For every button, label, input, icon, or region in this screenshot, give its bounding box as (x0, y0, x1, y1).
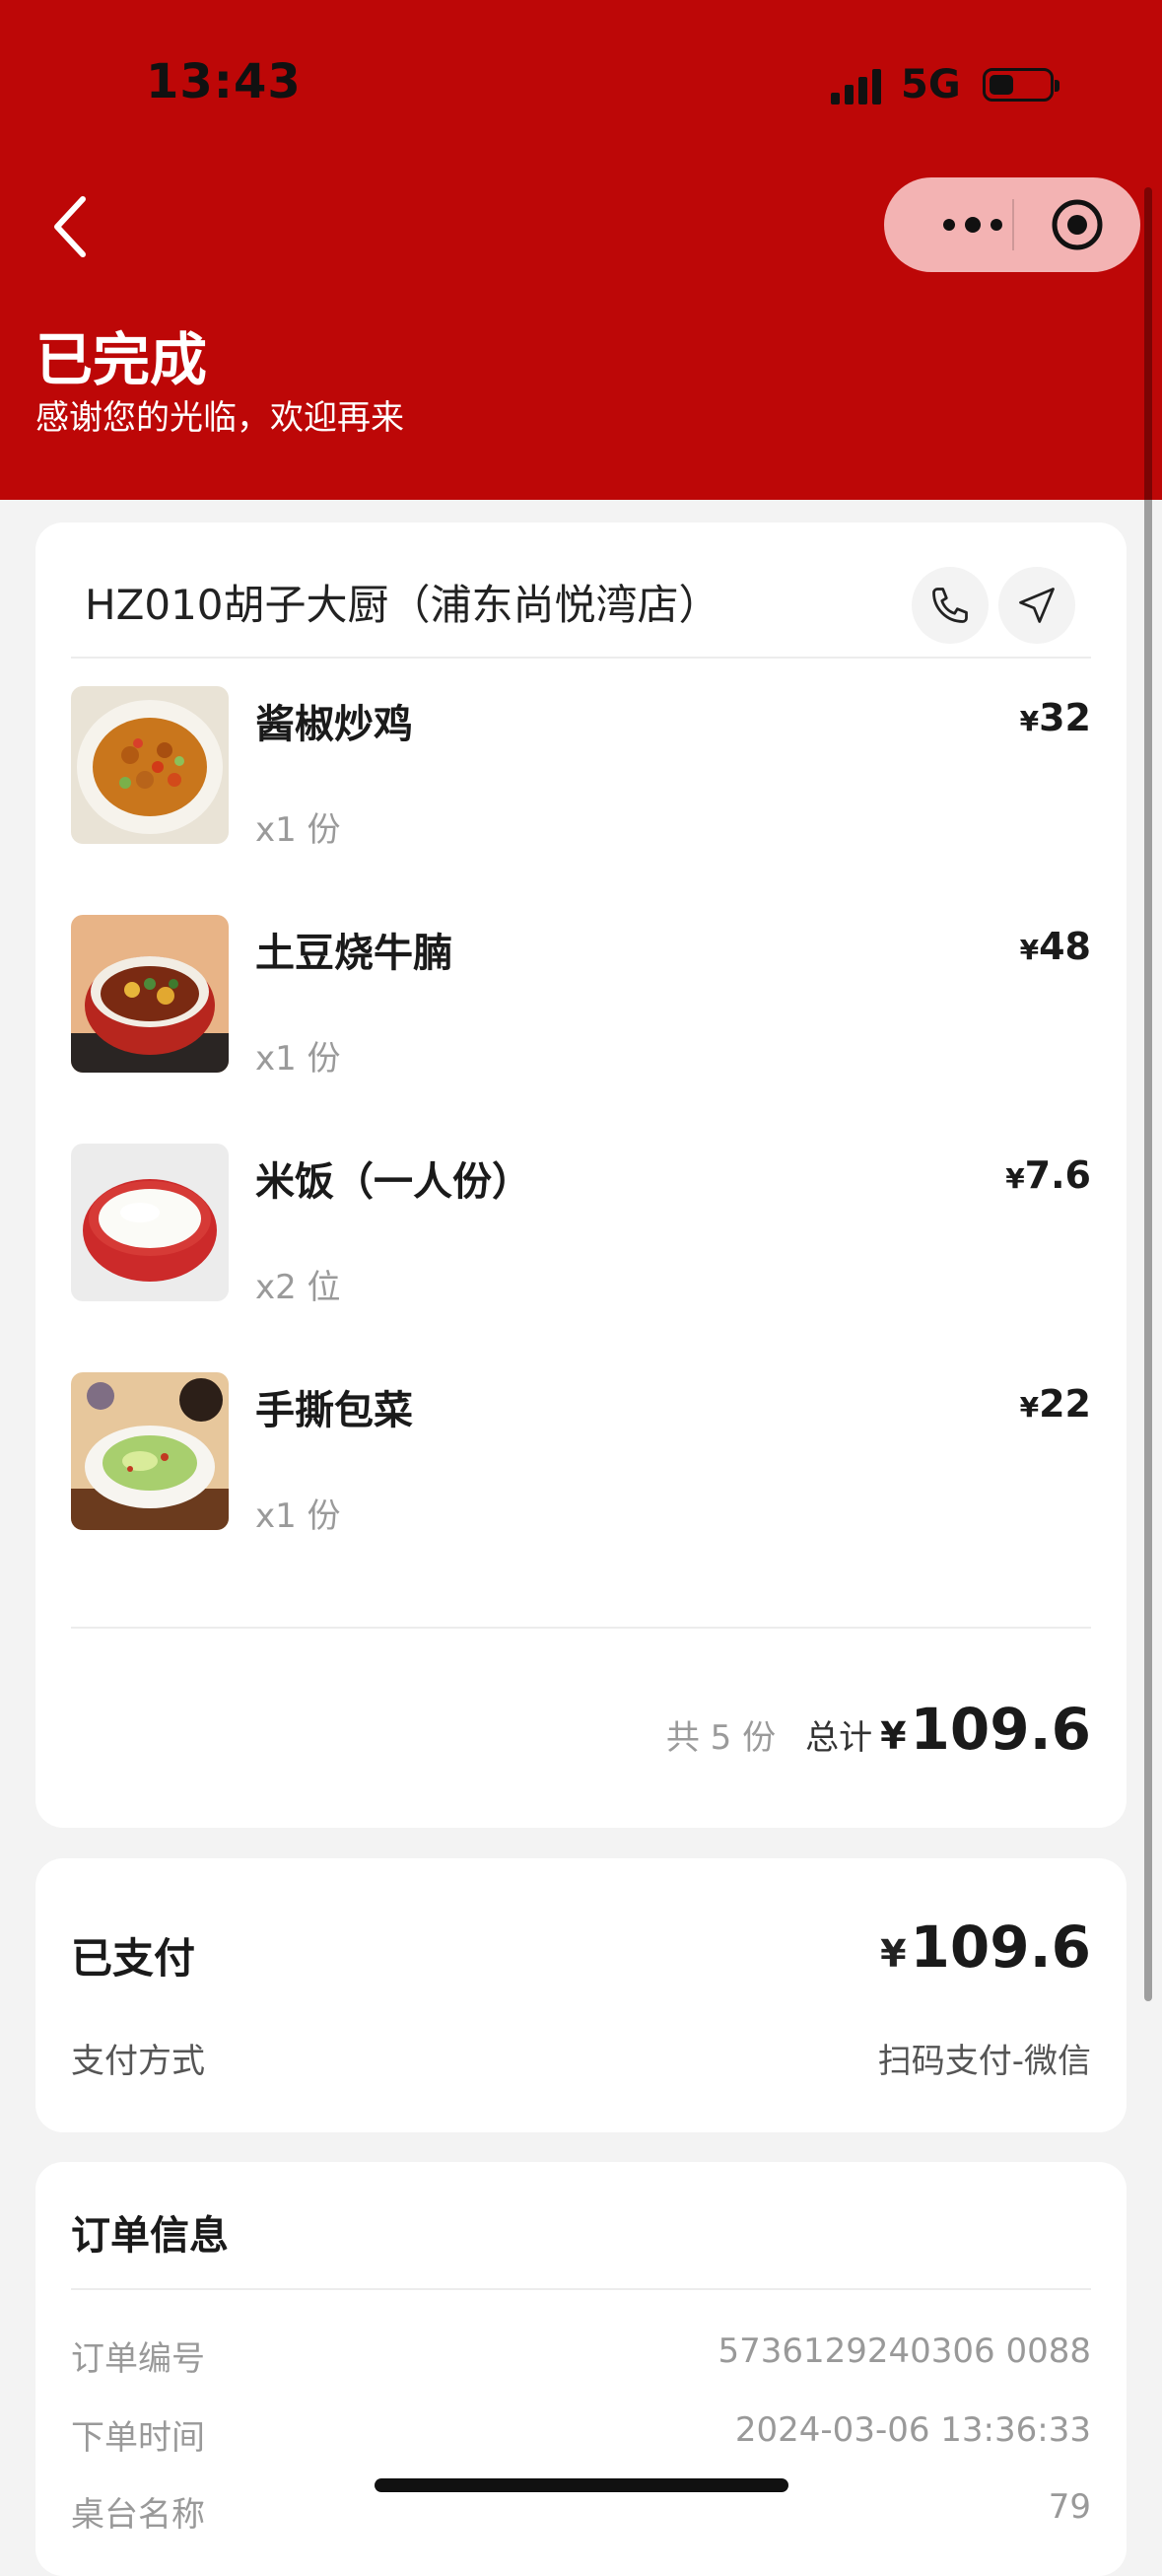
item-price: ¥32 (1020, 696, 1091, 739)
table-name-row: 桌台名称 79 (71, 2487, 1091, 2537)
price-value: 7.6 (1024, 1153, 1091, 1197)
order-number-row: 订单编号 5736129240306 0088 (71, 2332, 1091, 2381)
dot-icon (943, 219, 955, 231)
order-number-label: 订单编号 (71, 2339, 205, 2379)
navigate-button[interactable] (998, 567, 1075, 644)
payment-method-label: 支付方式 (71, 2042, 205, 2081)
status-time: 13:43 (146, 54, 302, 109)
item-quantity: x1 份 (255, 1039, 341, 1079)
currency-symbol: ¥ (1019, 934, 1040, 966)
item-name: 酱椒炒鸡 (255, 702, 413, 747)
item-name: 米饭（一人份） (255, 1159, 531, 1205)
network-label: 5G (901, 62, 961, 107)
order-info-card: 订单信息 订单编号 5736129240306 0088 下单时间 2024-0… (35, 2162, 1127, 2576)
paid-amount: ¥ 109.6 (880, 1914, 1091, 1981)
item-price: ¥22 (1020, 1382, 1091, 1426)
price-value: 22 (1039, 1382, 1091, 1426)
table-name-value: 79 (1048, 2487, 1091, 2527)
store-name[interactable]: HZ010胡子大厨（浦东尚悦湾店） (85, 572, 720, 632)
currency-symbol: ¥ (1005, 1162, 1025, 1195)
scrollbar[interactable] (1144, 187, 1152, 2001)
item-quantity: x1 份 (255, 1497, 341, 1536)
currency-symbol: ¥ (1019, 705, 1040, 737)
order-number-value[interactable]: 5736129240306 0088 (718, 2332, 1091, 2371)
mini-program-capsule (884, 177, 1140, 272)
payment-card: 已支付 ¥ 109.6 支付方式 扫码支付-微信 (35, 1858, 1127, 2132)
paid-value: 109.6 (910, 1914, 1091, 1981)
currency-symbol: ¥ (1019, 1391, 1040, 1424)
divider (71, 2288, 1091, 2290)
order-summary: 共 5 份 总计 ¥ 109.6 (666, 1696, 1091, 1763)
total-amount: 109.6 (910, 1696, 1091, 1763)
dish-image (71, 1144, 229, 1301)
order-items-card: HZ010胡子大厨（浦东尚悦湾店） 酱椒炒鸡 x1 份 ¥32 土豆烧牛腩 x1… (35, 522, 1127, 1828)
item-price: ¥7.6 (1005, 1153, 1091, 1197)
order-info-title: 订单信息 (71, 2213, 229, 2259)
order-item: 酱椒炒鸡 x1 份 ¥32 (71, 686, 1091, 850)
price-value: 32 (1039, 696, 1091, 739)
paid-label: 已支付 (71, 1934, 196, 1983)
currency-symbol: ¥ (880, 1932, 907, 1976)
back-button[interactable] (45, 187, 104, 266)
phone-icon (932, 588, 968, 623)
dot-icon (965, 217, 981, 233)
dish-image (71, 1372, 229, 1530)
currency-symbol: ¥ (880, 1714, 907, 1758)
item-price: ¥48 (1020, 925, 1091, 968)
table-name-label: 桌台名称 (71, 2495, 205, 2535)
dish-image (71, 686, 229, 844)
dot-icon (991, 219, 1002, 231)
close-target-icon[interactable] (1050, 197, 1105, 252)
divider (71, 657, 1091, 659)
signal-icon (831, 65, 881, 104)
header: 13:43 5G 已完成 感谢您的光临，欢迎再来 (0, 0, 1162, 500)
divider (71, 1627, 1091, 1629)
order-time-value: 2024-03-06 13:36:33 (734, 2410, 1091, 2450)
order-item: 手撕包菜 x1 份 ¥22 (71, 1372, 1091, 1536)
more-button[interactable] (923, 177, 1022, 272)
item-name: 土豆烧牛腩 (255, 931, 452, 976)
payment-method-value: 扫码支付-微信 (877, 2042, 1091, 2081)
chevron-left-icon (54, 196, 86, 257)
item-name: 手撕包菜 (255, 1388, 413, 1433)
item-count: 共 5 份 (665, 1718, 777, 1758)
price-value: 48 (1039, 925, 1091, 968)
order-time-label: 下单时间 (71, 2418, 205, 2458)
item-quantity: x1 份 (255, 810, 341, 850)
total-label: 总计 (805, 1718, 873, 1758)
dish-image (71, 915, 229, 1073)
status-icons: 5G (831, 61, 1059, 108)
item-quantity: x2 位 (255, 1268, 341, 1307)
navigation-arrow-icon (1019, 588, 1055, 623)
page-subtitle: 感谢您的光临，欢迎再来 (35, 398, 404, 438)
page-title: 已完成 (35, 326, 208, 393)
home-indicator[interactable] (375, 2478, 788, 2492)
call-button[interactable] (912, 567, 989, 644)
battery-icon (982, 68, 1059, 102)
capsule-divider (1012, 199, 1014, 250)
order-item: 土豆烧牛腩 x1 份 ¥48 (71, 915, 1091, 1079)
order-item: 米饭（一人份） x2 位 ¥7.6 (71, 1144, 1091, 1307)
order-time-row: 下单时间 2024-03-06 13:36:33 (71, 2410, 1091, 2460)
